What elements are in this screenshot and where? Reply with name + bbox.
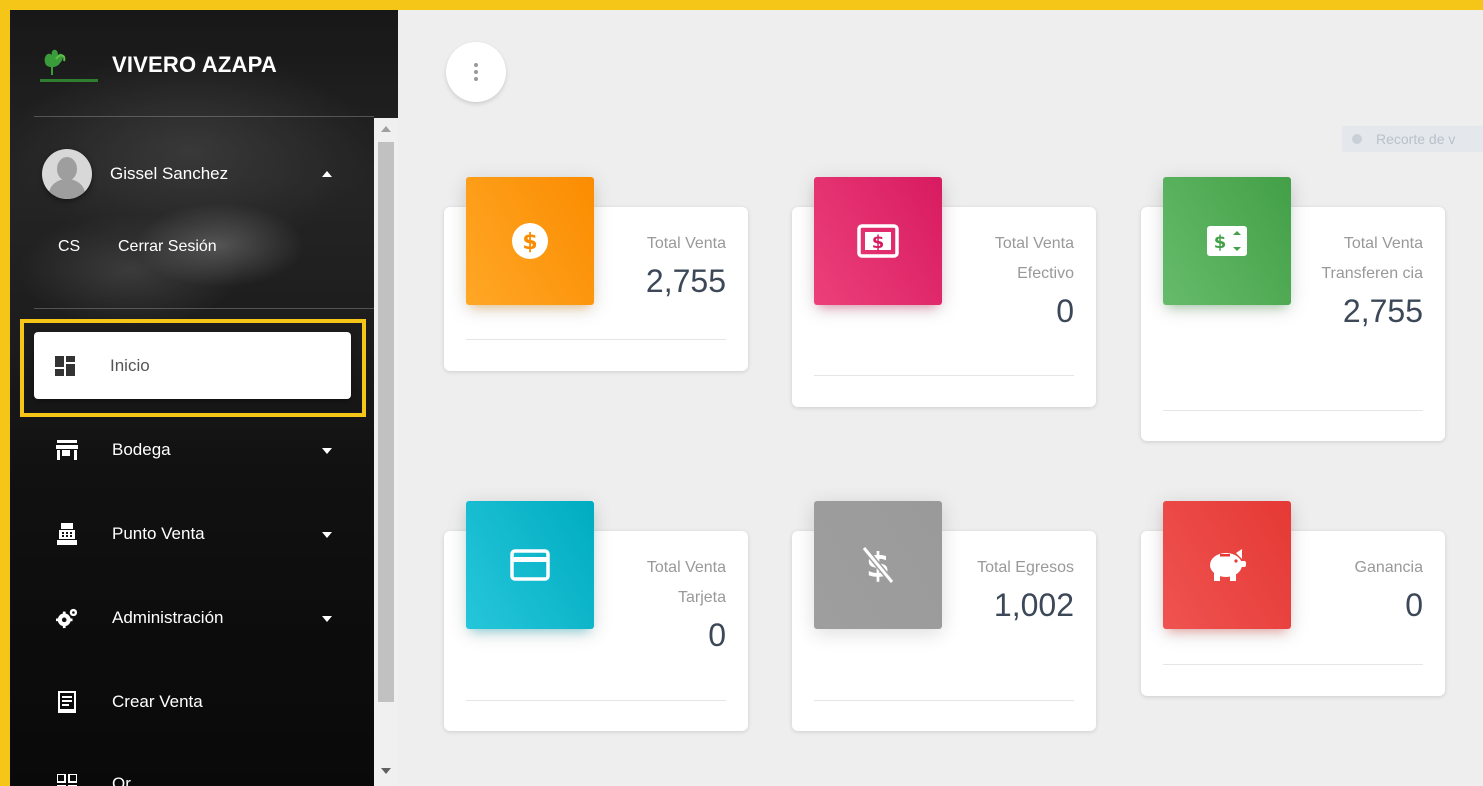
sidebar-item-label: Crear Venta: [112, 692, 203, 711]
main-content: Recorte de v $ Total Venta 2,755 $ Total…: [398, 10, 1483, 786]
sidebar-item-administracion[interactable]: Administración: [32, 584, 350, 652]
svg-text:$: $: [522, 230, 537, 255]
caret-down-icon: [322, 448, 332, 454]
card-value: 0: [708, 617, 726, 653]
card-footer: [466, 700, 726, 701]
stat-card-total-venta-tarjeta: Total Venta Tarjeta 0: [444, 501, 748, 731]
svg-text:$: $: [872, 232, 885, 253]
user-name: Gissel Sanchez: [110, 164, 229, 183]
scroll-down-icon[interactable]: [381, 768, 391, 774]
money-off-icon: $: [814, 501, 942, 629]
sidebar-item-label: Punto Venta: [112, 524, 205, 543]
sidebar-scrollbar[interactable]: [374, 118, 398, 786]
logout-link[interactable]: CS Cerrar Sesión: [58, 238, 217, 256]
brand[interactable]: VIVERO AZAPA: [38, 30, 375, 100]
sidebar-item-label: Bodega: [112, 440, 171, 459]
stat-card-total-egresos: $ Total Egresos 1,002: [792, 501, 1096, 731]
card-footer: [814, 700, 1074, 701]
card-category: Total Venta Tarjeta: [646, 559, 726, 606]
brand-title: VIVERO AZAPA: [112, 52, 277, 77]
card-category: Total Venta: [646, 235, 726, 252]
sidebar-item-label: Administración: [112, 608, 224, 627]
logout-abbr: CS: [58, 238, 81, 255]
piggy-bank-icon: [1163, 501, 1291, 629]
scroll-up-icon[interactable]: [381, 126, 391, 132]
transfer-money-icon: $: [1163, 177, 1291, 305]
store-icon: [56, 439, 78, 461]
sidebar-item-punto-venta[interactable]: Punto Venta: [32, 500, 350, 568]
stat-card-ganancia: Ganancia 0: [1141, 501, 1445, 696]
stat-card-total-venta-efectivo: $ Total Venta Efectivo 0: [792, 177, 1096, 407]
sidebar-item-label: Qr: [112, 774, 131, 786]
card-value: 2,755: [1342, 293, 1423, 329]
avatar: [42, 149, 92, 199]
caret-down-icon: [322, 616, 332, 622]
logout-label: Cerrar Sesión: [118, 238, 217, 255]
credit-card-icon: [466, 501, 594, 629]
caret-up-icon: [322, 171, 332, 177]
user-menu-toggle[interactable]: Gissel Sanchez: [42, 148, 342, 200]
highlight-box: [20, 319, 366, 417]
receipt-icon: [56, 691, 78, 713]
sidebar: VIVERO AZAPA Gissel Sanchez CS Cerrar Se…: [10, 10, 398, 786]
card-footer: [466, 339, 726, 340]
card-category: Total Venta Transferen cia: [1321, 235, 1423, 282]
plant-logo-icon: [38, 43, 100, 87]
recorte-button[interactable]: Recorte de v: [1342, 126, 1483, 152]
card-value: 0: [1405, 587, 1423, 623]
card-footer: [814, 375, 1074, 376]
stat-card-total-venta: $ Total Venta 2,755: [444, 177, 748, 371]
card-value: 0: [1056, 293, 1074, 329]
sidebar-item-qr[interactable]: Qr: [32, 750, 350, 786]
card-footer: [1163, 410, 1423, 411]
card-value: 2,755: [645, 263, 726, 299]
dollar-circle-icon: $: [466, 177, 594, 305]
card-value: 1,002: [993, 587, 1074, 623]
card-category: Total Egresos: [977, 559, 1074, 576]
qr-code-icon: [56, 773, 78, 786]
sidebar-item-crear-venta[interactable]: Crear Venta: [32, 668, 350, 736]
cash-register-icon: [56, 523, 78, 545]
card-footer: [1163, 664, 1423, 665]
dot-icon: [1352, 134, 1362, 144]
sidebar-item-bodega[interactable]: Bodega: [32, 416, 350, 484]
card-category: Ganancia: [1354, 559, 1424, 576]
recorte-label: Recorte de v: [1376, 131, 1456, 147]
sidebar-divider: [34, 116, 374, 117]
app-frame: VIVERO AZAPA Gissel Sanchez CS Cerrar Se…: [0, 0, 1483, 786]
scrollbar-thumb[interactable]: [378, 142, 394, 702]
more-vert-icon: [474, 63, 478, 67]
svg-text:$: $: [1214, 232, 1227, 253]
stat-card-total-venta-transferencia: $ Total Venta Transferen cia 2,755: [1141, 177, 1445, 441]
more-vert-button[interactable]: [446, 42, 506, 102]
cash-icon: $: [814, 177, 942, 305]
settings-gears-icon: [56, 607, 78, 629]
caret-down-icon: [322, 532, 332, 538]
sidebar-divider: [34, 308, 374, 309]
card-category: Total Venta Efectivo: [994, 235, 1074, 282]
sidebar-content: VIVERO AZAPA Gissel Sanchez CS Cerrar Se…: [10, 10, 375, 786]
